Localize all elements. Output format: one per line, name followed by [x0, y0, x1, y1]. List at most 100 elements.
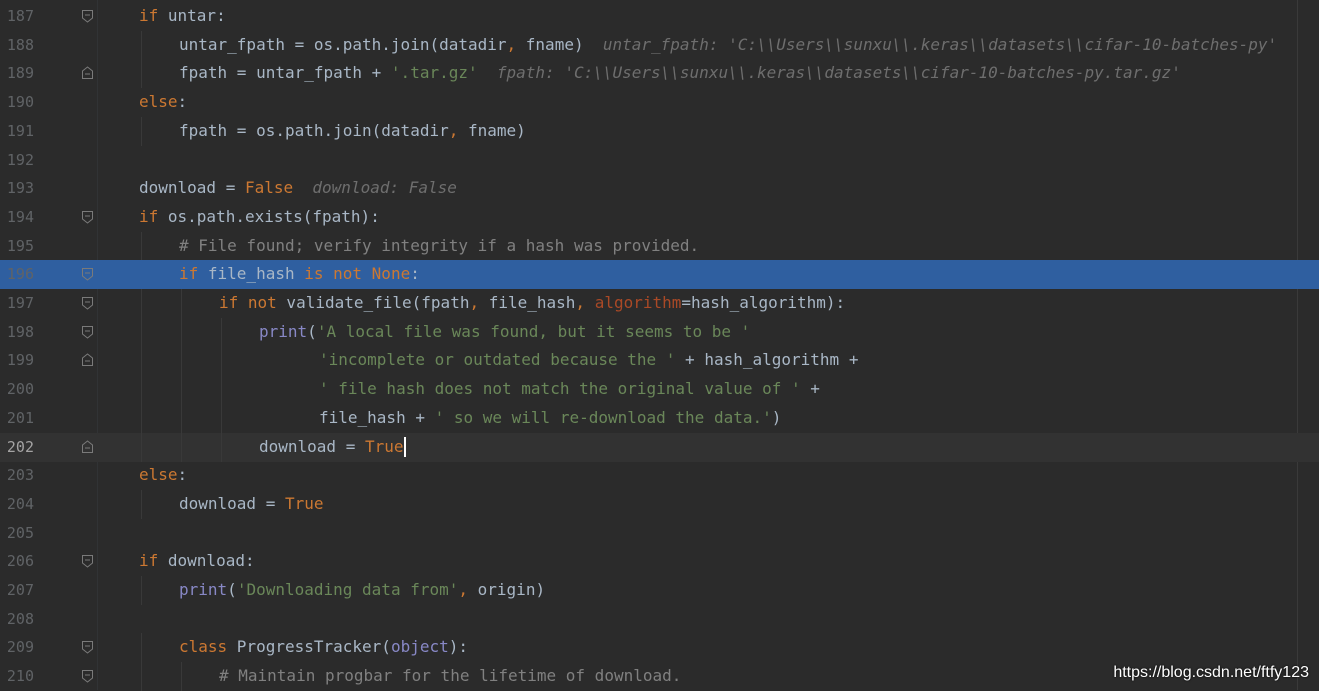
- code-token: True: [284, 493, 324, 513]
- code-token: :: [177, 92, 188, 112]
- fold-open-icon[interactable]: [81, 325, 94, 339]
- code-line[interactable]: 190 else:: [0, 88, 1319, 117]
- fold-open-icon[interactable]: [81, 210, 94, 224]
- indent-guide: [141, 662, 142, 691]
- code-line[interactable]: 208: [0, 605, 1319, 634]
- code-token: None: [371, 264, 411, 284]
- code-line[interactable]: 201 file_hash + ' so we will re-download …: [0, 403, 1319, 433]
- indent-guide: [141, 489, 142, 519]
- indent-guide: [141, 30, 142, 60]
- code-line[interactable]: 193 download = False download: False: [0, 174, 1319, 203]
- code-line[interactable]: 202 download = True: [0, 432, 1319, 462]
- indent-guide: [141, 289, 142, 318]
- indent-guide: [141, 375, 142, 405]
- fold-close-icon[interactable]: [81, 439, 94, 454]
- code-line[interactable]: 203 else:: [0, 461, 1319, 490]
- line-number: 193: [6, 179, 34, 198]
- line-number: 201: [6, 408, 34, 427]
- code-token: validate_file(fpath: [276, 293, 470, 312]
- indent-guide: [141, 576, 142, 605]
- indent-guide: [181, 403, 182, 433]
- line-number: 188: [6, 35, 34, 54]
- code-line[interactable]: 198 print('A local file was found, but it…: [0, 317, 1319, 347]
- code-token: (: [227, 580, 237, 599]
- code-line[interactable]: 194 if os.path.exists(fpath):: [0, 203, 1319, 232]
- indent-guide: [221, 317, 222, 347]
- code-text: download = False download: False: [139, 177, 457, 199]
- fold-open-icon[interactable]: [81, 640, 94, 655]
- code-token: untar_fpath = os.path.join(datadir: [179, 34, 507, 54]
- code-token: file_hash: [198, 264, 305, 284]
- line-number: 192: [6, 150, 34, 169]
- code-text: untar_fpath = os.path.join(datadir, fnam…: [179, 34, 1277, 56]
- code-line[interactable]: 205: [0, 519, 1319, 548]
- code-text: if file_hash is not None:: [179, 263, 420, 285]
- code-text: print('A local file was found, but it se…: [259, 321, 750, 343]
- code-token: print: [179, 580, 228, 599]
- code-token: if: [179, 264, 199, 284]
- fold-open-icon[interactable]: [81, 554, 94, 568]
- code-text: download = True: [259, 436, 404, 458]
- code-token: +: [800, 379, 820, 399]
- line-number: 210: [6, 667, 34, 686]
- code-text: if untar:: [139, 5, 226, 27]
- code-token: ProgressTracker(: [227, 637, 391, 657]
- code-text: class ProgressTracker(object):: [179, 636, 468, 658]
- line-number: 207: [6, 581, 34, 599]
- code-token: print: [259, 321, 308, 341]
- line-number: 208: [6, 609, 34, 628]
- code-token: # Maintain progbar for the lifetime of d…: [219, 666, 682, 686]
- fold-open-icon[interactable]: [81, 296, 94, 310]
- code-line[interactable]: 199 'incomplete or outdated because the '…: [0, 346, 1319, 376]
- code-token: object: [390, 637, 449, 657]
- code-line[interactable]: 197 if not validate_file(fpath, file_hash…: [0, 289, 1319, 318]
- code-line[interactable]: 195 # File found; verify integrity if a h…: [0, 231, 1319, 261]
- line-number: 203: [6, 466, 34, 485]
- code-line[interactable]: 200 ' file hash does not match the origin…: [0, 375, 1319, 405]
- code-text: if download:: [139, 550, 255, 572]
- code-editor[interactable]: 187 if untar: 188 untar_fpath = os.path.joi…: [0, 0, 1319, 691]
- code-token: untar:: [158, 6, 226, 25]
- indent-guide: [181, 317, 182, 347]
- fold-open-icon[interactable]: [81, 267, 94, 281]
- code-line[interactable]: 196 if file_hash is not None:: [0, 260, 1319, 290]
- line-number: 206: [6, 552, 34, 571]
- code-line[interactable]: 191 fpath = os.path.join(datadir, fname): [0, 116, 1319, 146]
- code-text: fpath = untar_fpath + '.tar.gz' fpath: '…: [179, 62, 1181, 84]
- code-text: if not validate_file(fpath, file_hash, a…: [219, 292, 845, 314]
- code-token: ): [771, 407, 782, 427]
- code-line[interactable]: 204 download = True: [0, 489, 1319, 519]
- code-token: os.path.exists(fpath):: [158, 206, 380, 226]
- fold-close-icon[interactable]: [81, 66, 94, 80]
- code-token: if: [139, 206, 159, 226]
- code-token: download =: [179, 493, 285, 513]
- code-token: if: [139, 551, 159, 571]
- indent-guide: [141, 59, 142, 89]
- code-token: file_hash +: [319, 407, 435, 427]
- code-line[interactable]: 192: [0, 146, 1319, 175]
- code-line[interactable]: 206 if download:: [0, 547, 1319, 576]
- code-line[interactable]: 209 class ProgressTracker(object):: [0, 633, 1319, 663]
- code-token: untar_fpath: 'C:\\Users\\sunxu\\.keras\\…: [602, 34, 1278, 54]
- code-line[interactable]: 189 fpath = untar_fpath + '.tar.gz' fpath…: [0, 59, 1319, 89]
- fold-open-icon[interactable]: [81, 669, 94, 683]
- fold-close-icon[interactable]: [81, 353, 94, 367]
- code-text: # Maintain progbar for the lifetime of d…: [219, 665, 681, 687]
- indent-guide: [181, 375, 182, 405]
- line-number: 190: [6, 93, 34, 112]
- code-line[interactable]: 187 if untar:: [0, 2, 1319, 31]
- indent-guide: [181, 346, 182, 376]
- code-text: fpath = os.path.join(datadir, fname): [179, 120, 526, 142]
- code-line[interactable]: 207 print('Downloading data from', origin…: [0, 576, 1319, 605]
- code-token: '.tar.gz': [390, 63, 478, 83]
- indent-guide: [141, 231, 142, 261]
- code-token: =hash_algorithm):: [681, 293, 846, 312]
- code-text: print('Downloading data from', origin): [179, 579, 545, 601]
- fold-open-icon[interactable]: [81, 9, 94, 23]
- code-line[interactable]: 188 untar_fpath = os.path.join(datadir, f…: [0, 30, 1319, 60]
- code-token: :: [410, 264, 420, 284]
- line-number: 200: [6, 380, 34, 399]
- code-token: ,: [469, 293, 480, 312]
